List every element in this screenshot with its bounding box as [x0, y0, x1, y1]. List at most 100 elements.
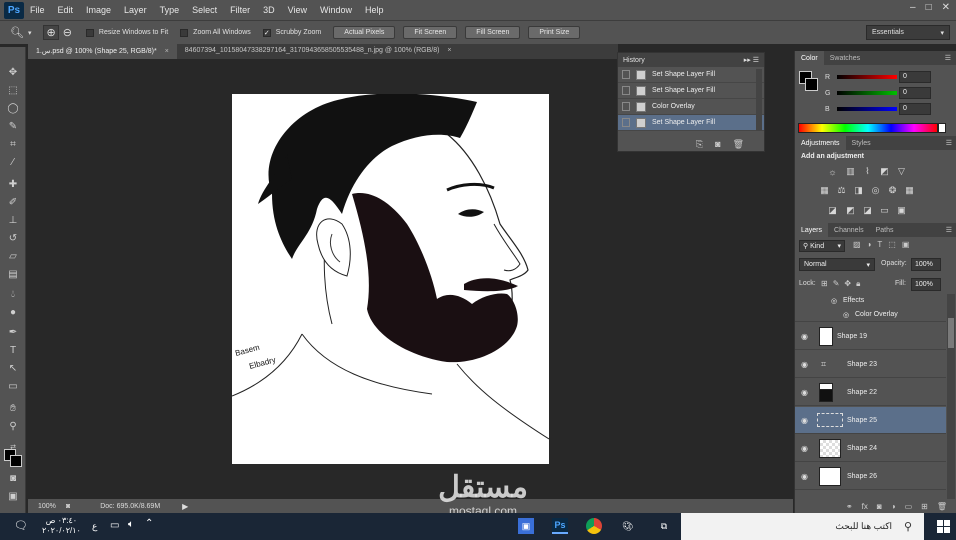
color-spectrum-ramp[interactable] [798, 123, 938, 133]
selective-color-icon[interactable]: ▣ [896, 205, 907, 216]
dodge-tool-icon[interactable]: ● [5, 305, 21, 320]
invert-icon[interactable]: ◪ [827, 205, 838, 216]
task-view-icon[interactable]: ⧉ [656, 518, 672, 534]
eye-icon[interactable]: ◉ [801, 444, 808, 453]
healing-brush-tool-icon[interactable]: ✚ [5, 177, 21, 192]
zoom-all-checkbox[interactable]: Zoom All Windows [180, 28, 251, 37]
panel-menu-icon[interactable]: ☰ [946, 139, 952, 147]
volume-icon[interactable]: 🔈︎ [128, 519, 134, 530]
clone-stamp-tool-icon[interactable]: ⊥ [5, 213, 21, 228]
scrubby-zoom-checkbox[interactable]: ✓ Scrubby Zoom [262, 28, 321, 37]
curves-icon[interactable]: ⌇ [862, 166, 873, 177]
quick-mask-icon[interactable]: ◙ [5, 471, 21, 486]
tab-adjustments[interactable]: Adjustments [795, 136, 846, 150]
green-value-input[interactable]: 0 [899, 87, 931, 99]
shape-tool-icon[interactable]: ▭ [5, 379, 21, 394]
new-group-icon[interactable]: ▭ [905, 502, 913, 511]
link-layers-icon[interactable]: ⚭ [846, 502, 853, 511]
chrome-icon[interactable] [586, 518, 602, 534]
threshold-icon[interactable]: ◪ [862, 205, 873, 216]
taskbar-search-box[interactable]: اكتب هنا للبحث ⚲ [681, 513, 924, 540]
close-icon[interactable]: ✕ [942, 2, 950, 13]
zoom-out-icon[interactable]: ⊖ [63, 26, 72, 39]
history-brush-tool-icon[interactable]: ↺ [5, 231, 21, 246]
gradient-tool-icon[interactable]: ▤ [5, 267, 21, 282]
levels-icon[interactable]: ▥ [845, 166, 856, 177]
menu-layer[interactable]: Layer [124, 5, 147, 15]
menu-image[interactable]: Image [86, 5, 111, 15]
type-tool-icon[interactable]: T [5, 343, 21, 358]
posterize-icon[interactable]: ◩ [845, 205, 856, 216]
path-select-tool-icon[interactable]: ↖ [5, 361, 21, 376]
app-icon[interactable]: ▣ [518, 518, 534, 534]
menu-window[interactable]: Window [320, 5, 352, 15]
tab-layers[interactable]: Layers [795, 223, 829, 237]
tab-paths[interactable]: Paths [870, 227, 900, 234]
tab-channels[interactable]: Channels [828, 227, 870, 234]
workspace-select[interactable]: Essentials ▾ [866, 25, 950, 40]
history-item-selected[interactable]: Set Shape Layer Fill [618, 115, 764, 131]
chevron-up-icon[interactable]: ⌃ [145, 518, 153, 529]
layer-row[interactable]: ◉ Shape 24 [795, 435, 946, 462]
quick-select-tool-icon[interactable]: ✎ [5, 119, 21, 134]
layer-row[interactable]: ◉ Shape 19 [795, 323, 946, 350]
blend-mode-select[interactable]: Normal ▾ [799, 258, 875, 271]
chevron-down-icon[interactable]: ▾ [28, 29, 32, 37]
close-icon[interactable]: × [165, 48, 169, 55]
layer-row-selected[interactable]: ◉ Shape 25 [795, 407, 946, 434]
windows-start-icon[interactable] [937, 520, 950, 533]
maximize-icon[interactable]: □ [926, 2, 932, 13]
status-menu-arrow-icon[interactable]: ▶ [182, 502, 188, 511]
tab-styles[interactable]: Styles [846, 140, 877, 147]
actual-pixels-button[interactable]: Actual Pixels [333, 26, 396, 39]
document-tab[interactable]: 84607394_10158047338297164_3170943658505… [177, 44, 460, 59]
fx-icon[interactable]: fx [862, 502, 868, 511]
trash-icon[interactable]: 🗑︎ [937, 502, 947, 511]
zoom-tool-icon[interactable]: 🔍︎ [10, 26, 24, 39]
history-item[interactable]: Set Shape Layer Fill [618, 67, 764, 83]
brightness-icon[interactable]: ☼ [827, 166, 838, 177]
fill-screen-button[interactable]: Fill Screen [465, 26, 521, 39]
menu-file[interactable]: File [30, 5, 45, 15]
lock-icons[interactable]: ⊞✎✥🔒︎ [821, 279, 865, 289]
minimize-icon[interactable]: – [910, 2, 916, 13]
paint-icon[interactable]: 🎨︎ [620, 518, 636, 534]
vibrance-icon[interactable]: ▽ [896, 166, 907, 177]
pen-tool-icon[interactable]: ✒ [5, 325, 21, 340]
eye-icon[interactable]: ◉ [801, 332, 808, 341]
menu-select[interactable]: Select [192, 5, 217, 15]
eraser-tool-icon[interactable]: ▱ [5, 249, 21, 264]
input-language-indicator[interactable]: ع [92, 521, 97, 532]
scrollbar-thumb[interactable] [948, 318, 954, 348]
menu-help[interactable]: Help [365, 5, 384, 15]
gradient-map-icon[interactable]: ▭ [879, 205, 890, 216]
camera-icon[interactable]: ◙ [715, 139, 720, 149]
tab-swatches[interactable]: Swatches [824, 55, 866, 62]
history-item[interactable]: Color Overlay [618, 99, 764, 115]
exposure-icon[interactable]: ◩ [879, 166, 890, 177]
panel-menu-icon[interactable]: ☰ [945, 54, 951, 62]
trash-icon[interactable]: 🗑︎ [733, 139, 744, 150]
blue-slider-track[interactable] [837, 107, 897, 111]
new-layer-icon[interactable]: ⊞ [921, 502, 928, 511]
status-options-icon[interactable]: ◙ [66, 503, 70, 510]
screen-mode-icon[interactable]: ▣ [5, 489, 21, 504]
notifications-icon[interactable]: 🗨︎ [14, 519, 28, 532]
white-ramp-swatch[interactable] [938, 123, 946, 133]
close-icon[interactable]: × [447, 47, 451, 54]
blue-value-input[interactable]: 0 [899, 103, 931, 115]
background-color-swatch[interactable] [10, 455, 22, 467]
layer-row[interactable]: ◉ ⌗ Shape 23 [795, 351, 946, 378]
zoom-tool-icon[interactable]: ⚲ [5, 419, 21, 434]
eye-icon[interactable]: ◎ [843, 311, 849, 319]
new-document-from-state-icon[interactable]: ⎘ [696, 139, 703, 150]
color-balance-icon[interactable]: ⚖ [836, 185, 847, 196]
menu-type[interactable]: Type [160, 5, 180, 15]
eyedropper-tool-icon[interactable]: ⁄ [5, 155, 21, 170]
menu-edit[interactable]: Edit [58, 5, 74, 15]
history-scrollbar[interactable] [756, 69, 762, 131]
lasso-tool-icon[interactable]: ◯ [5, 101, 21, 116]
eye-icon[interactable]: ◎ [831, 297, 837, 305]
opacity-input[interactable]: 100% [911, 258, 941, 271]
eye-icon[interactable]: ◉ [801, 388, 808, 397]
